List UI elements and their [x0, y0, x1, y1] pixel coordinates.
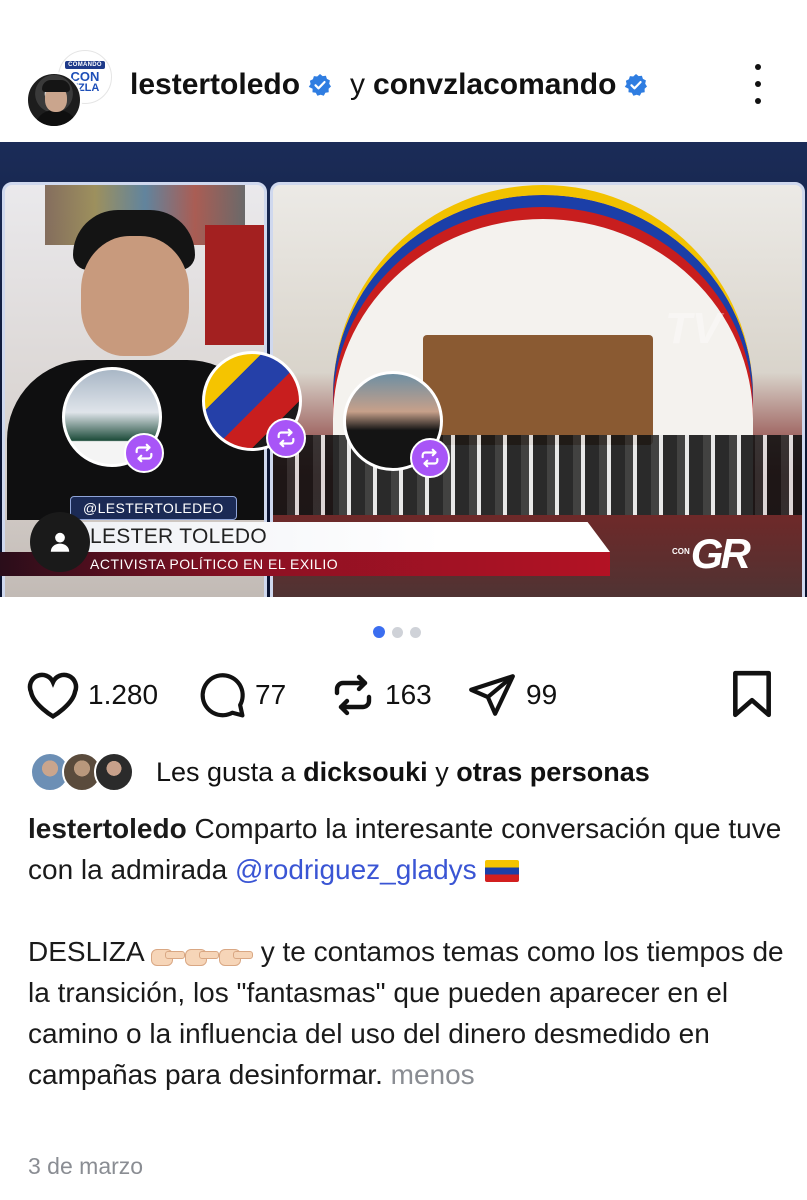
likes-others[interactable]: otras personas — [456, 757, 650, 787]
likes-connector: y — [435, 756, 449, 787]
user-tag-icon[interactable] — [30, 512, 90, 572]
avatar — [94, 752, 134, 792]
liker-username[interactable]: dicksouki — [303, 757, 428, 787]
carousel-dot-active[interactable] — [373, 626, 385, 638]
likes-text: Les gusta a dicksouki y otras personas — [156, 757, 650, 788]
show-less-link[interactable]: menos — [383, 1059, 475, 1090]
comment-count: 77 — [255, 679, 287, 710]
share-button[interactable]: 99 — [466, 665, 557, 725]
post-date: 3 de marzo — [28, 1153, 144, 1179]
caption-username[interactable]: lestertoledo — [28, 813, 187, 844]
repost-count: 163 — [385, 679, 432, 710]
repost-badge-icon — [266, 418, 306, 458]
lestertoledo-avatar[interactable] — [26, 72, 82, 128]
verified-badge-icon — [308, 74, 332, 96]
repost-badge-icon — [124, 433, 164, 473]
verified-badge-icon — [625, 74, 648, 96]
gr-brand-prefix: CON — [672, 547, 690, 556]
like-button[interactable]: 1.280 — [26, 665, 158, 725]
likes-summary[interactable]: Les gusta a dicksouki y otras personas — [30, 752, 650, 792]
lower-third-name: LESTER TOLEDO — [50, 522, 610, 552]
carousel-indicator — [373, 626, 421, 638]
bookmark-icon[interactable] — [731, 669, 773, 719]
author-username-secondary[interactable]: convzlacomando — [373, 68, 616, 102]
comment-button[interactable]: 77 — [197, 665, 286, 725]
repost-icon — [334, 674, 372, 716]
comment-bubble-icon — [200, 673, 245, 718]
repost-button[interactable]: 163 — [329, 665, 432, 725]
lower-third-role-text: ACTIVISTA POLÍTICO EN EL EXILIO — [90, 556, 339, 572]
lower-third-name-text: LESTER TOLEDO — [90, 525, 268, 548]
like-count: 1.280 — [88, 679, 159, 710]
collab-avatars[interactable]: COMANDO CON VZLA — [26, 50, 112, 136]
lower-third-role: ACTIVISTA POLÍTICO EN EL EXILIO — [0, 552, 610, 576]
caption-mention[interactable]: @rodriguez_gladys — [235, 854, 477, 885]
gr-brand-logo: CON GR — [672, 530, 751, 578]
authors-connector: y — [350, 68, 366, 101]
heart-icon — [27, 672, 79, 719]
carousel-dot[interactable] — [392, 627, 403, 638]
author-username-primary[interactable]: lestertoledo — [130, 68, 300, 102]
more-options-icon[interactable] — [748, 64, 768, 104]
pointing-right-icon — [184, 942, 219, 966]
tv-watermark: TV — [665, 304, 722, 353]
venezuela-flag-icon — [484, 860, 519, 882]
gr-brand-text: GR — [690, 530, 751, 577]
liker-avatars — [30, 752, 136, 792]
video-handle-tag: @LESTERTOLEDEO — [70, 496, 237, 520]
logo-text-top: COMANDO — [65, 61, 105, 69]
post-caption: lestertoledo Comparto la interesante con… — [28, 808, 788, 1095]
caption-paragraph-2: DESLIZA y te contamos temas como los tie… — [28, 931, 788, 1095]
send-icon — [469, 674, 515, 716]
pointing-right-icon — [150, 942, 185, 966]
carousel-dot[interactable] — [410, 627, 421, 638]
caption-paragraph-1: lestertoledo Comparto la interesante con… — [28, 808, 788, 890]
post-media[interactable]: TV @LESTERTOLEDEO LESTER TOLEDO ACTIVIST… — [0, 142, 807, 597]
repost-badge-icon — [410, 438, 450, 478]
likes-prefix: Les gusta a — [156, 756, 296, 787]
caption-text-2-start: DESLIZA — [28, 936, 151, 967]
post-header: COMANDO CON VZLA lestertoledo y convzlac… — [0, 40, 807, 135]
action-bar: 1.280 77 163 99 — [26, 665, 786, 725]
pointing-right-icon — [218, 942, 253, 966]
share-count: 99 — [526, 679, 558, 710]
post-authors: lestertoledo y convzlacomando — [130, 68, 654, 102]
